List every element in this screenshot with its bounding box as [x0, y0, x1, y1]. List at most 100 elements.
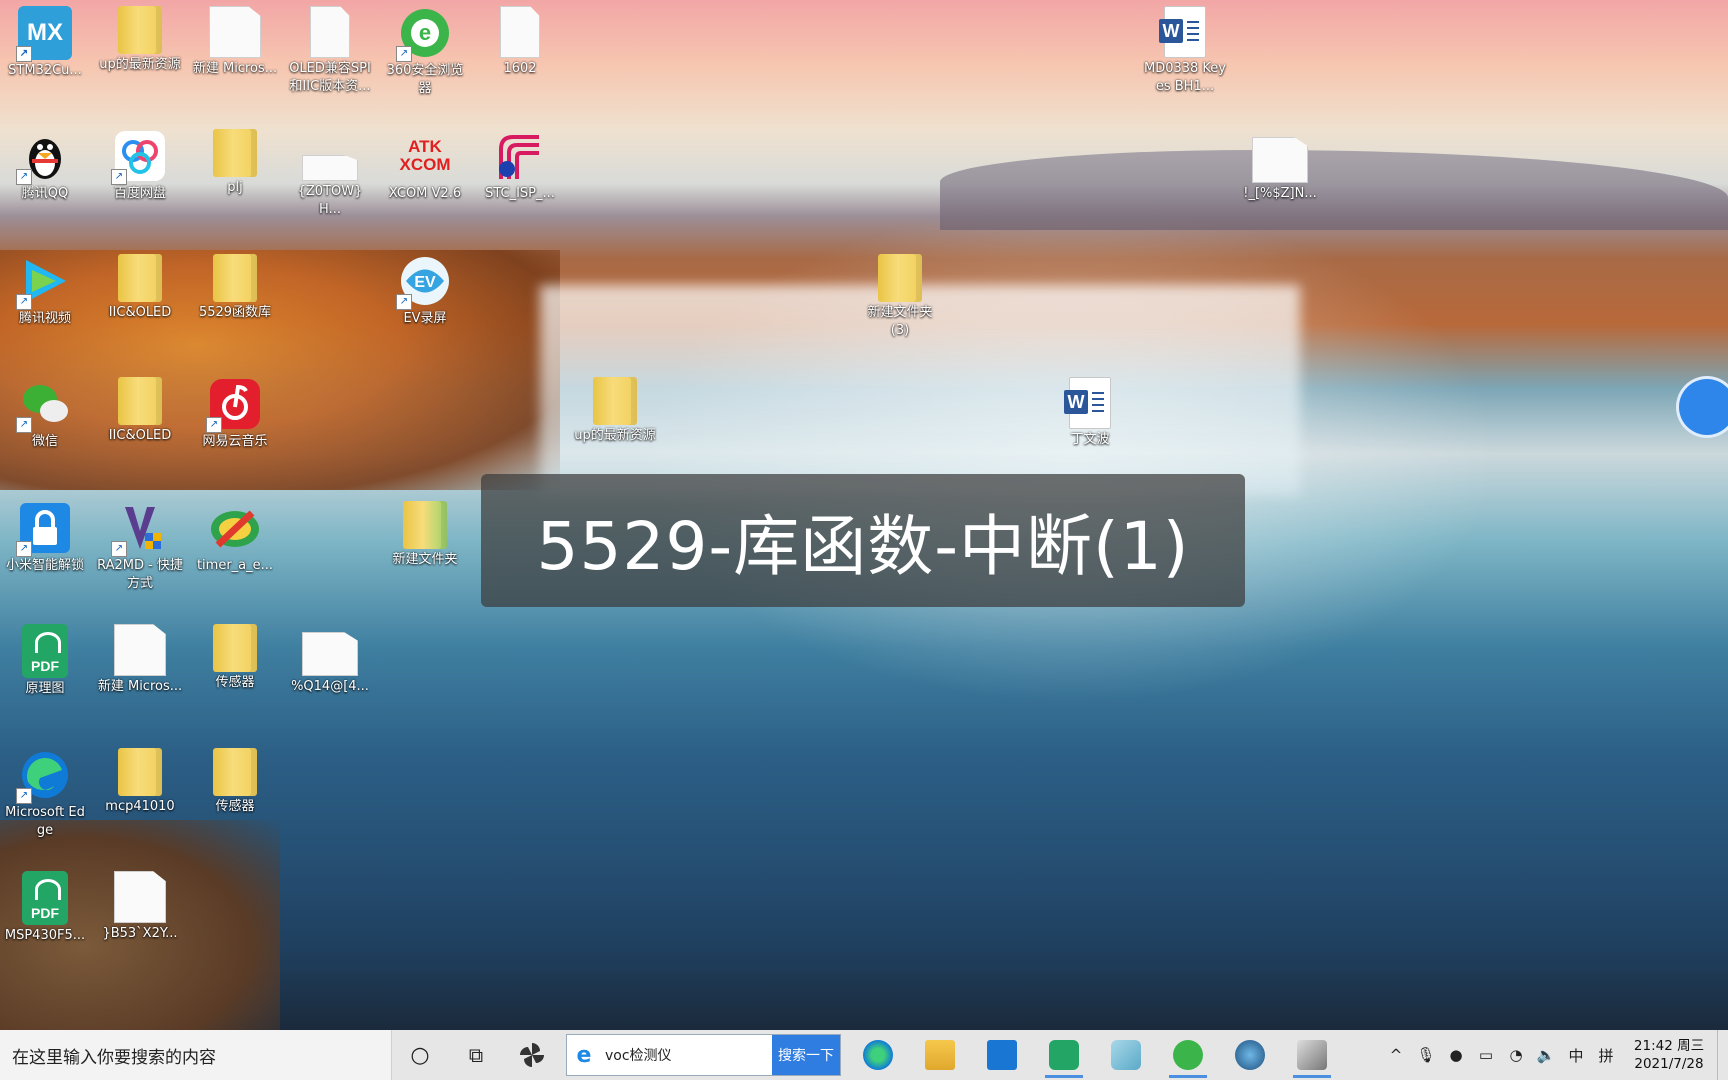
icon-label: 原理图	[25, 681, 65, 696]
desktop-icon-mcp41010[interactable]: mcp41010	[95, 744, 185, 816]
folder-icon	[118, 377, 162, 425]
stm32cube-icon: MX ↗	[16, 6, 72, 62]
desktop-icon-up-resources-2[interactable]: up的最新资源	[570, 373, 660, 445]
video-title-overlay: 5529-库函数-中断(1)	[481, 474, 1245, 607]
desktop-icon-sensor-1[interactable]: 传感器	[190, 620, 280, 692]
taskbar-browser-search[interactable]: e voc检测仪 搜索一下	[566, 1034, 841, 1076]
desktop-icon-up-resources[interactable]: up的最新资源	[95, 2, 185, 74]
taskbar-app-360-browser[interactable]	[1157, 1030, 1219, 1080]
desktop-icon-b53-image[interactable]: }B53`X2Y...	[95, 867, 185, 943]
desktop-icon-msp430-pdf[interactable]: PDF MSP430F5...	[0, 867, 90, 945]
desktop-icon-netease-music[interactable]: ↗ 网易云音乐	[190, 373, 280, 451]
desktop-icon-oled-spi-iic[interactable]: OLED兼容SPI和IIC版本资...	[285, 2, 375, 96]
pinwheel-icon	[520, 1043, 544, 1067]
desktop-icon-iic-oled-1[interactable]: IIC&OLED	[95, 250, 185, 322]
desktop-icon-md0338[interactable]: MD0338 Keyes BH1...	[1140, 2, 1230, 96]
desktop-icon-baidu-pan[interactable]: ↗ 百度网盘	[95, 125, 185, 203]
icon-label: 1602	[503, 61, 537, 76]
stc-isp-icon	[493, 129, 547, 183]
chevron-up-icon[interactable]: ^	[1381, 1046, 1411, 1064]
desktop-icon-new-folder[interactable]: 新建文件夹	[380, 497, 470, 569]
browser-360-icon: e ↗	[396, 6, 452, 62]
icon-label: 新建文件夹	[392, 552, 458, 567]
desktop-icon-ra2md[interactable]: ↗ RA2MD - 快捷方式	[95, 497, 185, 593]
desktop-icon-5529-lib[interactable]: 5529函数库	[190, 250, 280, 322]
desktop-icon-wechat[interactable]: ↗ 微信	[0, 373, 90, 451]
icon-label: }B53`X2Y...	[102, 926, 178, 941]
edge-icon: ↗	[16, 748, 72, 804]
desktop-icon-new-folder-3[interactable]: 新建文件夹 (3)	[855, 250, 945, 340]
svg-text:EV: EV	[414, 274, 436, 291]
microphone-icon[interactable]: 🎙	[1411, 1046, 1441, 1064]
icon-label: 丁文波	[1070, 432, 1110, 447]
taskbar-search-box[interactable]: 在这里输入你要搜索的内容	[0, 1030, 392, 1080]
desktop-icon-stc-isp[interactable]: STC_ISP_...	[475, 125, 565, 203]
ime-mode[interactable]: 拼	[1591, 1045, 1621, 1066]
desktop-icon-ding-wenbo[interactable]: 丁文波	[1045, 373, 1135, 449]
icon-label: IIC&OLED	[108, 305, 172, 320]
taskbar-app-mail[interactable]	[971, 1030, 1033, 1080]
mail-icon	[987, 1040, 1017, 1070]
taskbar-app-notes[interactable]	[1095, 1030, 1157, 1080]
pinwheel-app-button[interactable]	[504, 1030, 560, 1080]
desktop-icon-tencent-video[interactable]: ↗ 腾讯视频	[0, 250, 90, 328]
desktop-icon-plj[interactable]: plj	[190, 125, 280, 197]
desktop-icon-q14[interactable]: %Q14@[4...	[285, 620, 375, 696]
desktop-icon-schematic-pdf[interactable]: PDF 原理图	[0, 620, 90, 698]
show-desktop-button[interactable]	[1717, 1030, 1728, 1080]
desktop-icon-z0tow[interactable]: {Z0TOW}H...	[285, 125, 375, 219]
icon-label: MD0338 Keyes BH1...	[1143, 61, 1226, 94]
taskbar-app-edge[interactable]	[847, 1030, 909, 1080]
taskbar-app-pdf[interactable]	[1033, 1030, 1095, 1080]
desktop-icon-new-doc-2[interactable]: 新建 Micros...	[95, 620, 185, 696]
battery-icon[interactable]: ▭	[1471, 1046, 1501, 1064]
edge-icon	[863, 1040, 893, 1070]
desktop-icon-sz-image[interactable]: !_[%$Z]N...	[1235, 125, 1325, 203]
icon-label: EV录屏	[403, 311, 447, 326]
desktop-icon-stm32cube[interactable]: MX ↗ STM32Cu...	[0, 2, 90, 80]
desktop-icon-timer-a[interactable]: timer_a_e...	[190, 497, 280, 575]
browser-search-button[interactable]: 搜索一下	[772, 1035, 840, 1075]
cortana-button[interactable]: ○	[392, 1030, 448, 1080]
ie-icon: e	[576, 1042, 592, 1068]
floating-assistant-ball[interactable]	[1676, 376, 1728, 438]
image-file-icon	[114, 871, 166, 923]
folder-icon	[213, 748, 257, 796]
task-view-button[interactable]: ⧉	[448, 1030, 504, 1080]
browser-360-icon	[1173, 1040, 1203, 1070]
ime-language[interactable]: 中	[1561, 1045, 1591, 1066]
pdf-icon: PDF	[22, 871, 68, 925]
desktop-icon-1602[interactable]: 1602	[475, 2, 565, 78]
folder-icon	[118, 748, 162, 796]
taskbar-app-cube[interactable]	[1281, 1030, 1343, 1080]
desktop-icon-iic-oled-2[interactable]: IIC&OLED	[95, 373, 185, 445]
qq-tray-icon[interactable]: ●	[1441, 1046, 1471, 1064]
icon-label: timer_a_e...	[196, 558, 274, 573]
desktop-icon-360-browser[interactable]: e ↗ 360安全浏览器	[380, 2, 470, 98]
desktop-icon-ev-recorder[interactable]: EV ↗ EV录屏	[380, 250, 470, 328]
xcom-logo-icon: ATK XCOM	[399, 137, 451, 174]
taskbar-app-globe[interactable]	[1219, 1030, 1281, 1080]
desktop-icon-sensor-2[interactable]: 传感器	[190, 744, 280, 816]
image-file-icon	[1252, 137, 1308, 183]
pdf-icon: PDF	[22, 624, 68, 678]
search-placeholder: 在这里输入你要搜索的内容	[12, 1047, 216, 1068]
document-icon	[310, 6, 350, 58]
image-file-icon	[302, 155, 358, 181]
desktop-icon-xcom[interactable]: ATK XCOM XCOM V2.6	[380, 125, 470, 203]
volume-icon[interactable]: 🔈	[1531, 1046, 1561, 1064]
desktop-icon-edge[interactable]: ↗ Microsoft Edge	[0, 744, 90, 840]
wifi-icon[interactable]: ◔	[1501, 1046, 1531, 1064]
svg-text:e: e	[419, 20, 431, 45]
clock[interactable]: 21:42 周三 2021/7/28	[1621, 1037, 1717, 1073]
taskbar-app-explorer[interactable]	[909, 1030, 971, 1080]
browser-search-query[interactable]: voc检测仪	[601, 1045, 772, 1065]
folder-icon	[878, 254, 922, 302]
desktop[interactable]: MX ↗ STM32Cu... ↗ 腾讯QQ ↗ 腾讯视频 ↗ 微信 ↗ 小米智能…	[0, 0, 1728, 1080]
desktop-icon-mi-unlock[interactable]: ↗ 小米智能解锁	[0, 497, 90, 575]
wechat-icon: ↗	[16, 377, 72, 433]
desktop-icon-new-doc-1[interactable]: 新建 Micros...	[190, 2, 280, 78]
icon-label: 传感器	[215, 799, 255, 814]
desktop-icon-qq[interactable]: ↗ 腾讯QQ	[0, 125, 90, 203]
clock-time: 21:42 周三	[1633, 1038, 1705, 1054]
